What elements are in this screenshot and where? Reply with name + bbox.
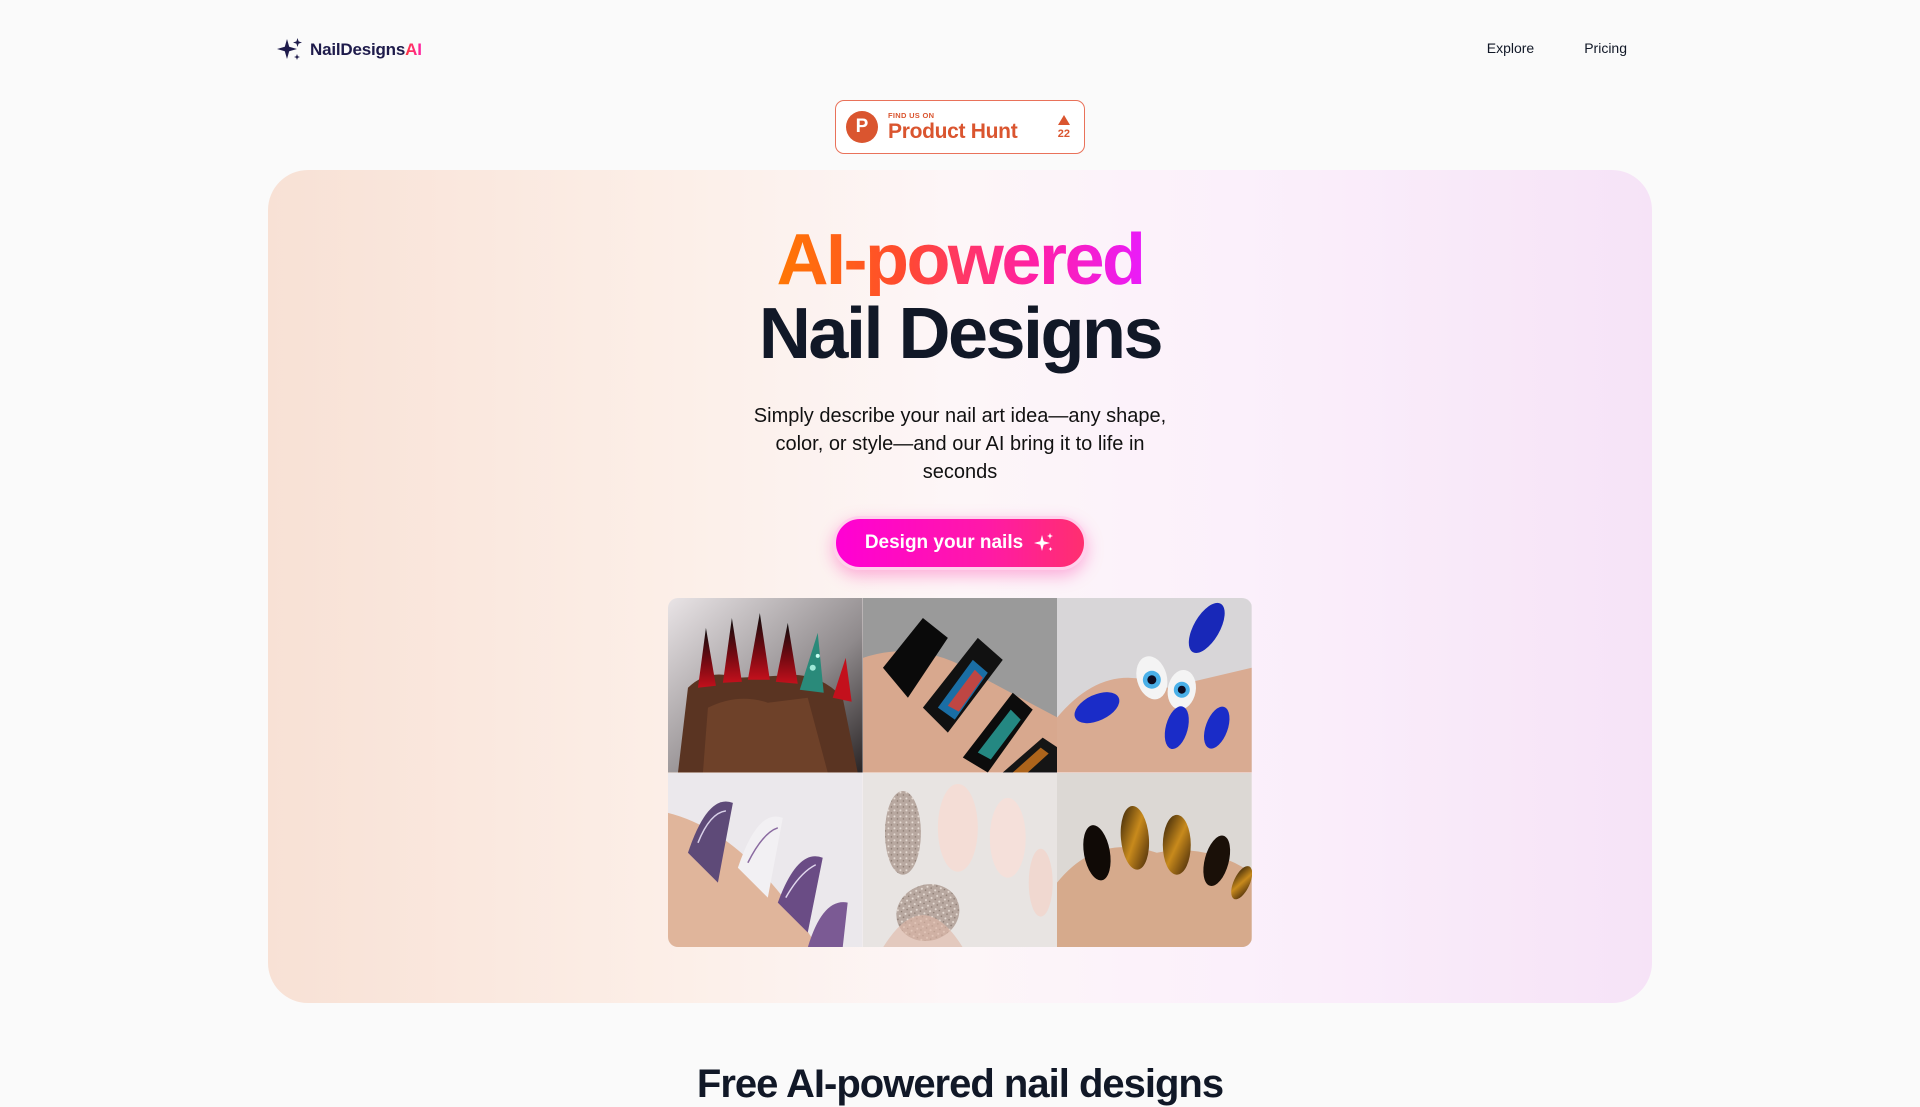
hero-title-line1: AI-powered	[770, 224, 1150, 296]
design-your-nails-button[interactable]: Design your nails	[833, 516, 1087, 570]
top-nav: Explore Pricing	[1487, 40, 1627, 56]
cta-label: Design your nails	[864, 532, 1024, 553]
hero-title-line2: Nail Designs	[758, 294, 1164, 374]
product-hunt-vote-count: 22	[1057, 127, 1070, 140]
product-hunt-name: Product Hunt	[888, 120, 1018, 144]
hero-section: AI-powered Nail Designs Simply describe …	[268, 170, 1652, 1003]
site-header: NailDesignsAI Explore Pricing	[0, 0, 1920, 100]
hero-title: AI-powered Nail Designs	[268, 224, 1652, 370]
upvote-triangle-icon	[1057, 114, 1070, 125]
product-hunt-text: FIND US ON Product Hunt	[888, 110, 1018, 144]
logo-ai-suffix: AI	[405, 40, 422, 59]
gallery-tile-black-gold-chrome	[1057, 772, 1252, 947]
gallery-tile-pink-glitter	[862, 772, 1058, 947]
hero-subtitle: Simply describe your nail art idea—any s…	[753, 405, 1167, 483]
gallery-tile-red-black-stiletto	[668, 598, 863, 773]
product-hunt-icon: P	[846, 111, 878, 143]
nav-pricing-link[interactable]: Pricing	[1584, 40, 1627, 56]
product-hunt-votes: 22	[1057, 114, 1070, 140]
gallery-tile-purple-marble	[668, 772, 863, 947]
product-hunt-badge[interactable]: P FIND US ON Product Hunt 22	[835, 100, 1085, 154]
nail-gallery	[668, 598, 1252, 947]
logo-link[interactable]: NailDesignsAI	[276, 36, 422, 64]
product-hunt-small-label: FIND US ON	[888, 110, 935, 120]
logo-text: NailDesignsAI	[310, 40, 422, 59]
sparkles-icon	[276, 36, 304, 64]
nav-explore-link[interactable]: Explore	[1487, 40, 1534, 56]
sparkles-icon	[1033, 532, 1055, 554]
gallery-tile-blue-evil-eye	[1057, 598, 1252, 773]
section-title: Free AI-powered nail designs	[696, 1062, 1224, 1106]
gallery-tile-black-iridescent-coffin	[862, 598, 1058, 773]
